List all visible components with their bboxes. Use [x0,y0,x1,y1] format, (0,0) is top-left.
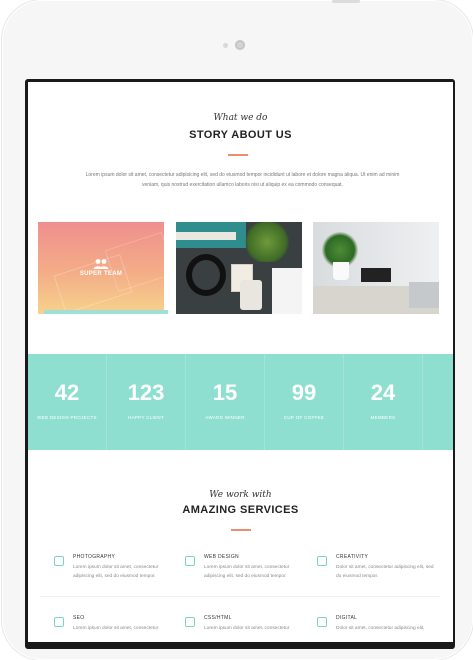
stat-award-winner: 15 AWARD WINNER [186,354,265,450]
stat-value: 24 [370,380,396,405]
camera-icon [235,40,245,50]
service-description: Dolor sit amet, consectetur adipiscing e… [336,626,425,631]
desk-plant [242,222,292,262]
service-title: PHOTOGRAPHY [73,554,116,560]
stat-label: WEB DESIGN PROJECTS [37,415,97,420]
service-description: Lorem ipsum dolor sit amet, consectetur … [204,565,290,579]
stat-cup-of-coffee: 99 CUP OF COFFEE [265,354,344,450]
gallery-tile-desk[interactable] [176,222,302,314]
service-web-design[interactable]: WEB DESIGN Lorem ipsum dolor sit amet, c… [185,554,305,590]
service-title: SEO [73,615,85,621]
services-divider [40,596,440,597]
super-team-label: SUPER TEAM [79,271,123,277]
story-title: STORY ABOUT US [189,129,292,141]
desk-phone [240,280,262,310]
service-title: CREATIVITY [336,554,369,560]
service-description: Lorem ipsum dolor sit amet, consectetur [204,626,290,631]
service-creativity[interactable]: CREATIVITY Dolor sit amet, consectetur a… [317,554,437,590]
device-sensor [223,43,228,48]
stat-label: HAPPY CLIENT [127,415,165,420]
stat-members: 24 MEMBERS [344,354,423,450]
service-seo[interactable]: SEO Lorem ipsum dolor sit amet, consecte… [54,615,174,642]
story-script-heading: What we do [213,113,268,123]
users-icon [93,259,109,269]
service-description: Lorem ipsum dolor sit amet, consectetur … [73,565,159,579]
stat-label: AWARD WINNER [205,415,245,420]
service-title: DIGITAL [336,615,358,621]
service-css-html[interactable]: CSS/HTML Lorem ipsum dolor sit amet, con… [185,615,305,642]
service-description: Lorem ipsum dolor sit amet, consectetur [73,626,159,631]
power-button [332,0,360,3]
service-digital[interactable]: DIGITAL Dolor sit amet, consectetur adip… [317,615,437,642]
desk-headphones [186,254,226,296]
digital-icon [317,617,327,627]
gallery-tile-super-team[interactable]: SUPER TEAM [38,222,164,314]
services-title: AMAZING SERVICES [182,504,299,516]
desk-book-page [176,232,236,240]
stat-label: CUP OF COFFEE [283,415,325,420]
tile-accent-shadow [44,310,168,314]
room-plant-pot [333,262,349,280]
room-laptop [409,282,439,308]
css-html-icon [185,617,195,627]
service-title: WEB DESIGN [204,554,239,560]
gallery-tile-room[interactable] [313,222,439,314]
service-description: Dolor sit amet, consectetur adipiscing e… [336,565,434,579]
stat-label: MEMBERS [370,415,396,420]
services-script-heading: We work with [209,490,272,500]
story-accent-line [228,154,248,156]
stat-value: 15 [212,380,238,405]
stat-value: 123 [127,380,165,405]
room-speaker [361,268,391,282]
services-accent-line [231,529,251,531]
stats-band: 42 WEB DESIGN PROJECTS 123 HAPPY CLIENT … [28,354,453,450]
service-title: CSS/HTML [204,615,232,621]
photography-icon [54,556,64,566]
service-photography[interactable]: PHOTOGRAPHY Lorem ipsum dolor sit amet, … [54,554,174,590]
web-page-screen[interactable]: What we do STORY ABOUT US Lorem ipsum do… [28,82,453,642]
creativity-icon [317,556,327,566]
stat-web-design-projects: 42 WEB DESIGN PROJECTS [28,354,107,450]
desk-white-surface [272,268,302,314]
web-design-icon [185,556,195,566]
stat-value: 99 [291,380,317,405]
stat-happy-client: 123 HAPPY CLIENT [107,354,186,450]
seo-icon [54,617,64,627]
story-description: Lorem ipsum dolor sit amet, consectetur … [85,172,400,188]
stat-value: 42 [54,380,80,405]
